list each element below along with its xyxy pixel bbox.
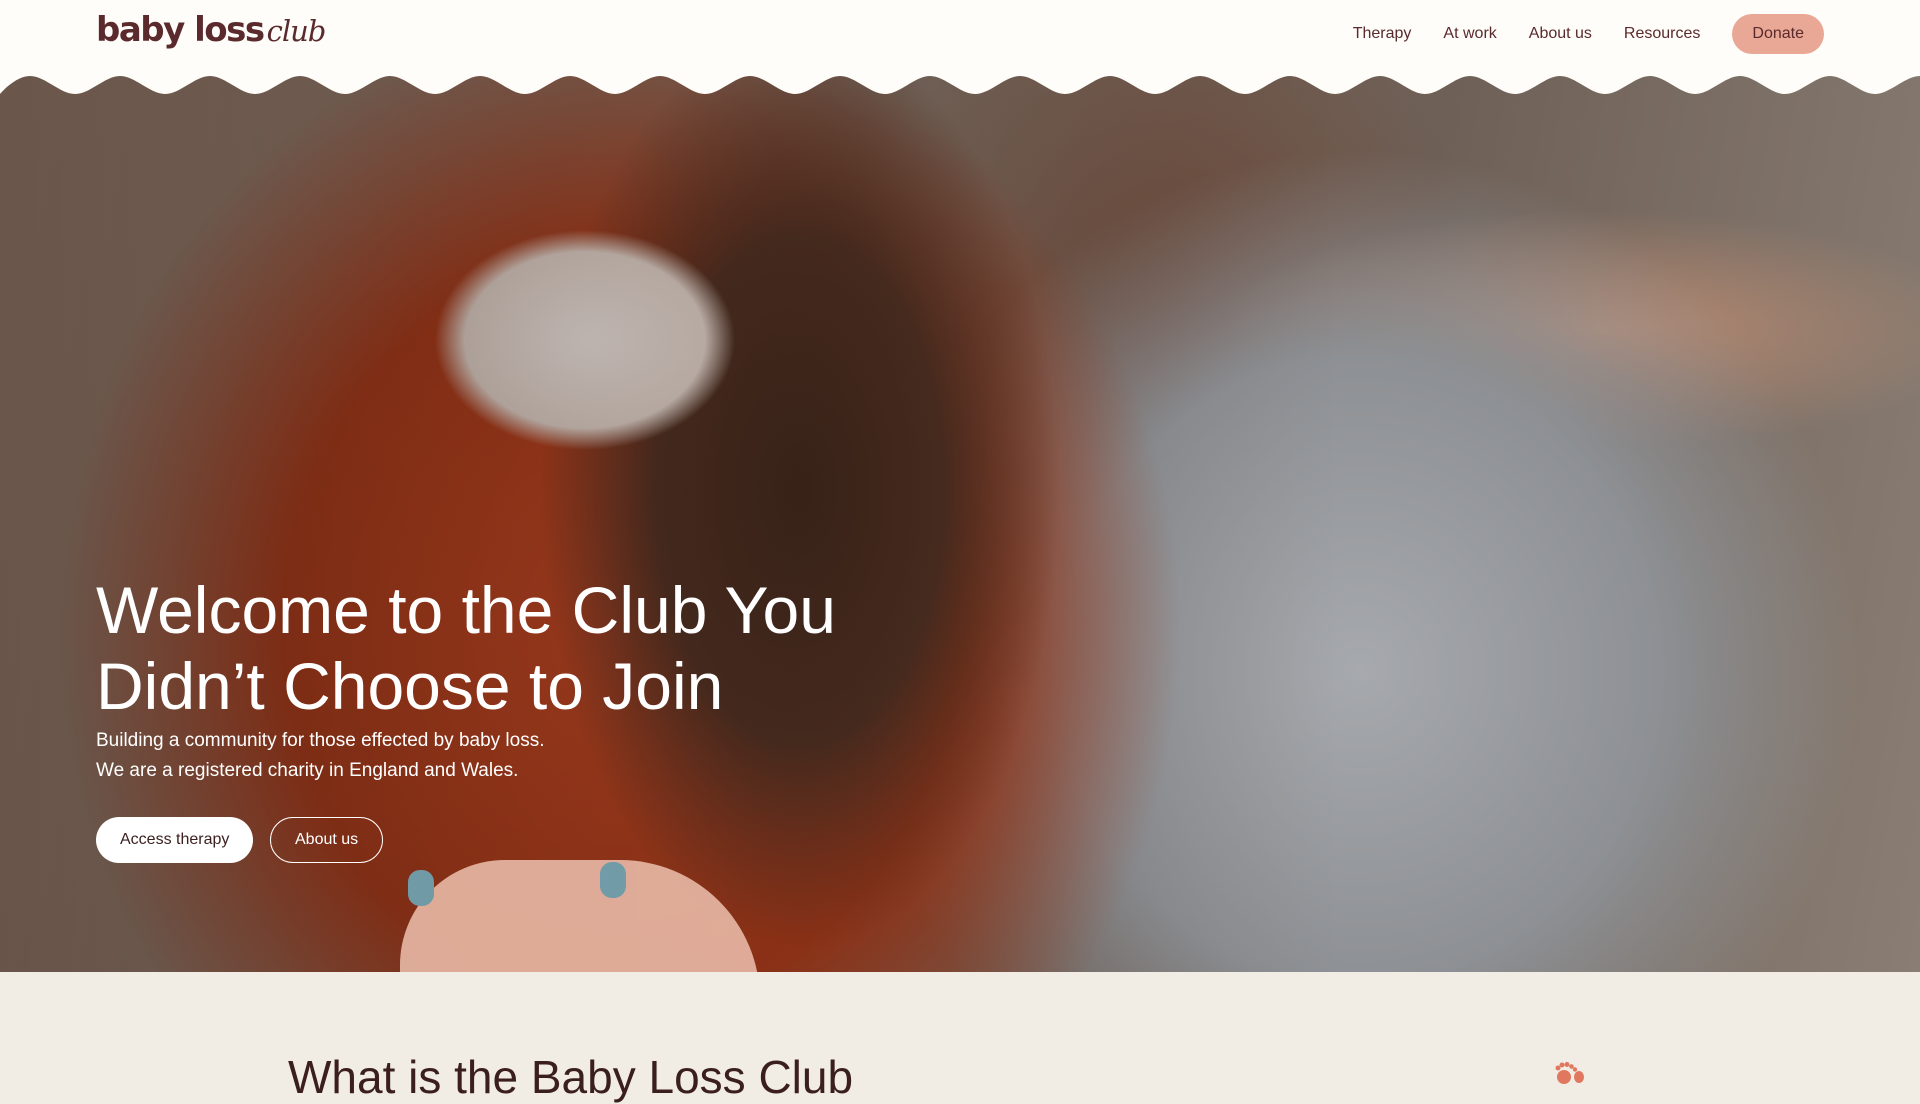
donate-button[interactable]: Donate: [1732, 14, 1824, 54]
hero-title-line-1: Welcome to the Club You: [96, 573, 836, 647]
nav-therapy[interactable]: Therapy: [1353, 14, 1412, 54]
wavy-divider: [0, 70, 1920, 94]
hero-subtitle-line-1: Building a community for those effected …: [96, 730, 545, 751]
access-therapy-button[interactable]: Access therapy: [96, 817, 254, 863]
hero-photo-detail: [408, 870, 434, 906]
nav-about-us[interactable]: About us: [1529, 14, 1592, 54]
logo-text: baby loss: [96, 10, 265, 50]
hero-photo-detail: [600, 862, 626, 898]
main-nav: Therapy At work About us Resources Donat…: [1321, 14, 1824, 54]
logo-script-text: club: [266, 14, 327, 48]
site-header: baby loss club Therapy At work About us R…: [0, 0, 1920, 72]
about-us-button[interactable]: About us: [270, 817, 384, 863]
section-title: What is the Baby Loss Club: [288, 1051, 854, 1103]
nav-at-work[interactable]: At work: [1443, 14, 1496, 54]
hero-title-line-2: Didn’t Choose to Join: [96, 649, 724, 723]
logo[interactable]: baby loss club: [96, 10, 327, 50]
nav-resources[interactable]: Resources: [1624, 14, 1700, 54]
baby-feet-icon: [1555, 1062, 1584, 1084]
hero-title: Welcome to the Club You Didn’t Choose to…: [96, 572, 996, 724]
hero-subtitle: Building a community for those effected …: [96, 726, 545, 786]
hero-subtitle-line-2: We are a registered charity in England a…: [96, 760, 519, 781]
